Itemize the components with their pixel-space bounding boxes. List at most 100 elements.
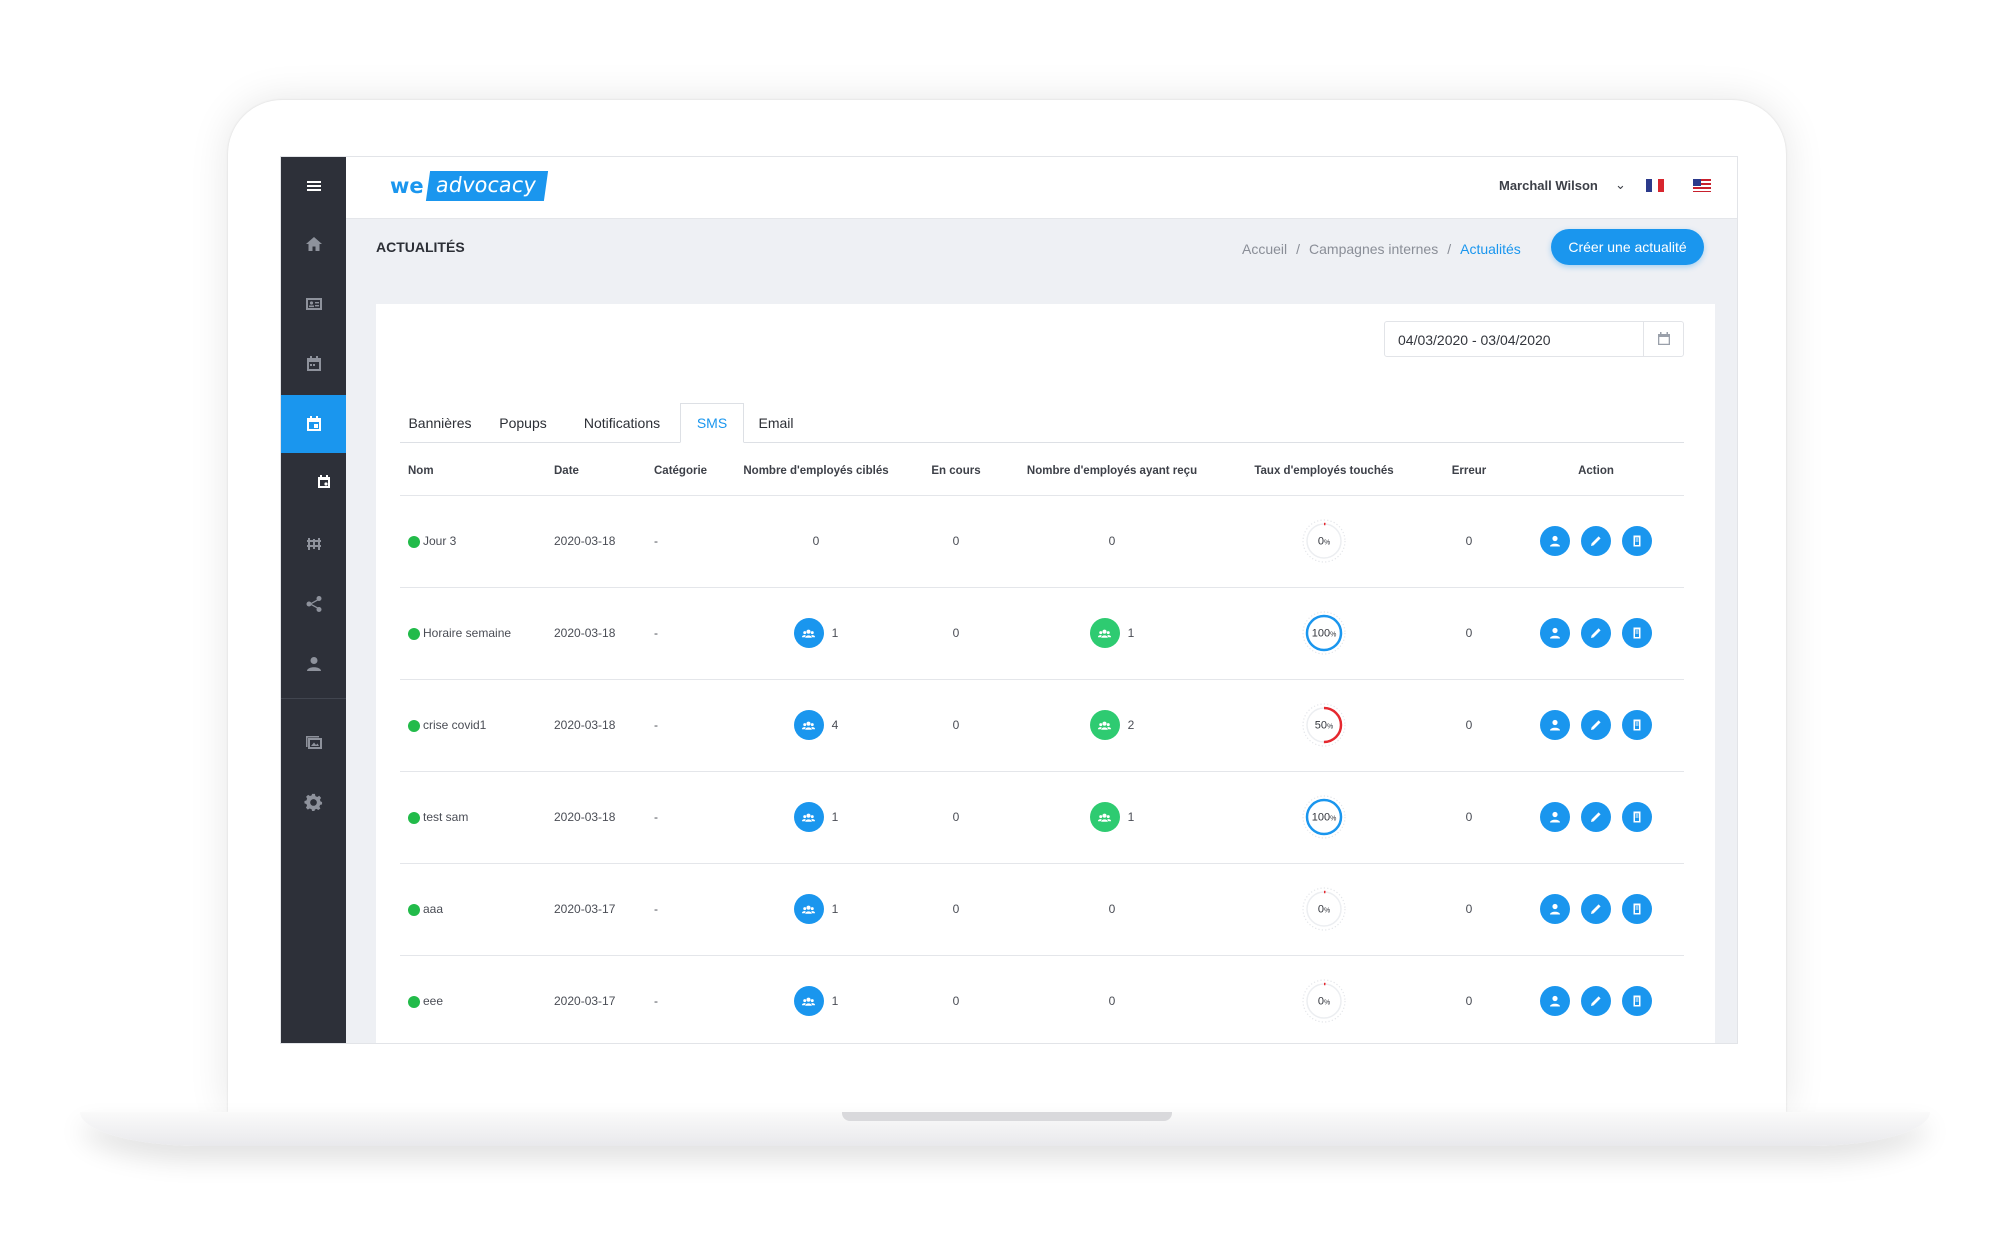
row-date: 2020-03-18 (546, 495, 646, 588)
view-recipients-button[interactable] (1540, 618, 1570, 648)
edit-button[interactable] (1581, 894, 1611, 924)
share-icon[interactable] (281, 575, 346, 633)
targeted-icon (793, 802, 824, 832)
col-header-error[interactable]: Erreur (1430, 447, 1508, 496)
team-icon[interactable] (281, 515, 346, 573)
row-category: - (646, 495, 726, 588)
received-count: 0 (1108, 994, 1116, 1008)
reach-rate-ring: 0% (1302, 979, 1346, 1023)
edit-button[interactable] (1581, 526, 1611, 556)
row-name[interactable]: eee (423, 994, 443, 1008)
user-icon[interactable] (281, 635, 346, 693)
row-date: 2020-03-18 (546, 771, 646, 864)
row-category: - (646, 771, 726, 864)
table-row[interactable]: crise covid1 2020-03-18- 4 0 2 50% 0 (400, 679, 1684, 772)
tab-popups[interactable]: Popups (480, 403, 566, 443)
received-count: 0 (1108, 534, 1116, 548)
content-card: 04/03/2020 - 03/04/2020 Bannières Popups… (376, 304, 1715, 1043)
row-name[interactable]: aaa (423, 902, 443, 916)
settings-icon[interactable] (281, 774, 346, 832)
edit-button[interactable] (1581, 986, 1611, 1016)
row-category: - (646, 587, 726, 680)
table-header-row: Nom Date Catégorie Nombre d'employés cib… (400, 447, 1684, 496)
row-name[interactable]: test sam (423, 810, 468, 824)
date-range-picker[interactable]: 04/03/2020 - 03/04/2020 (1384, 321, 1684, 357)
svg-text:100%: 100% (1312, 628, 1337, 640)
top-bar: we advocacy Marchall Wilson ⌄ (346, 157, 1737, 219)
received-count: 1 (1127, 810, 1135, 824)
flag-us-icon[interactable] (1693, 179, 1711, 192)
document-icon (1630, 994, 1644, 1008)
percent-sign: % (1324, 540, 1330, 547)
status-dot (408, 811, 420, 824)
user-icon (1548, 626, 1562, 640)
received-icon (1089, 618, 1120, 648)
view-recipients-button[interactable] (1540, 526, 1570, 556)
error-count: 0 (1465, 994, 1473, 1008)
details-button[interactable] (1622, 526, 1652, 556)
calendar-icon[interactable] (281, 335, 346, 393)
table-row[interactable]: eee 2020-03-17- 1 0 0 0% 0 (400, 955, 1684, 1043)
details-button[interactable] (1622, 618, 1652, 648)
svg-text:0%: 0% (1318, 536, 1330, 548)
view-recipients-button[interactable] (1540, 986, 1570, 1016)
date-range-value[interactable]: 04/03/2020 - 03/04/2020 (1385, 322, 1643, 356)
col-header-targeted[interactable]: Nombre d'employés ciblés (726, 447, 906, 496)
breadcrumb-campaigns[interactable]: Campagnes internes (1309, 241, 1438, 257)
svg-text:0%: 0% (1318, 996, 1330, 1008)
gallery-icon[interactable] (281, 714, 346, 772)
details-button[interactable] (1622, 802, 1652, 832)
sidebar (281, 157, 346, 1043)
table-row[interactable]: Jour 3 2020-03-18- 0 0 0 0% 0 (400, 495, 1684, 588)
tab-notifications[interactable]: Notifications (566, 403, 678, 443)
breadcrumb-home[interactable]: Accueil (1242, 241, 1287, 257)
menu-icon[interactable] (281, 157, 346, 215)
user-menu[interactable]: Marchall Wilson (1499, 178, 1598, 193)
table-row[interactable]: aaa 2020-03-17- 1 0 0 0% 0 (400, 863, 1684, 956)
col-header-received[interactable]: Nombre d'employés ayant reçu (1006, 447, 1218, 496)
row-in-progress: 0 (906, 587, 1006, 680)
targeted-count: 4 (831, 718, 839, 732)
id-card-icon[interactable] (281, 275, 346, 333)
row-name[interactable]: Jour 3 (423, 534, 456, 548)
page-title: ACTUALITÉS (376, 239, 465, 255)
details-button[interactable] (1622, 986, 1652, 1016)
user-icon (1548, 994, 1562, 1008)
chevron-down-icon[interactable]: ⌄ (1615, 177, 1626, 193)
brand-logo[interactable]: we advocacy (390, 171, 548, 201)
table-row[interactable]: test sam 2020-03-18- 1 0 1 100% 0 (400, 771, 1684, 864)
col-header-category[interactable]: Catégorie (646, 447, 726, 496)
app-screen: we advocacy Marchall Wilson ⌄ ACTUALITÉS… (280, 156, 1738, 1044)
details-button[interactable] (1622, 894, 1652, 924)
col-header-name[interactable]: Nom (400, 447, 546, 496)
details-button[interactable] (1622, 710, 1652, 740)
create-news-button[interactable]: Créer une actualité (1551, 229, 1704, 265)
error-count: 0 (1465, 534, 1473, 548)
targeted-icon (793, 618, 824, 648)
tab-email[interactable]: Email (744, 403, 808, 443)
edit-button[interactable] (1581, 618, 1611, 648)
row-name[interactable]: Horaire semaine (423, 626, 511, 640)
calendar-icon[interactable] (1643, 322, 1683, 356)
view-recipients-button[interactable] (1540, 894, 1570, 924)
received-count: 1 (1127, 626, 1135, 640)
tab-sms[interactable]: SMS (680, 403, 744, 443)
col-header-date[interactable]: Date (546, 447, 646, 496)
user-icon (1548, 534, 1562, 548)
pencil-icon (1589, 902, 1603, 916)
col-header-in-progress[interactable]: En cours (906, 447, 1006, 496)
view-recipients-button[interactable] (1540, 710, 1570, 740)
document-icon (1630, 810, 1644, 824)
table-row[interactable]: Horaire semaine 2020-03-18- 1 0 1 100% 0 (400, 587, 1684, 680)
col-header-rate[interactable]: Taux d'employés touchés (1218, 447, 1430, 496)
calendar-sub-icon[interactable] (291, 453, 356, 511)
edit-button[interactable] (1581, 802, 1611, 832)
flag-fr-icon[interactable] (1646, 179, 1664, 192)
view-recipients-button[interactable] (1540, 802, 1570, 832)
edit-button[interactable] (1581, 710, 1611, 740)
calendar-event-icon[interactable] (281, 395, 346, 453)
home-icon[interactable] (281, 215, 346, 273)
tab-bannieres[interactable]: Bannières (400, 403, 480, 443)
row-name[interactable]: crise covid1 (423, 718, 486, 732)
percent-sign: % (1330, 632, 1336, 639)
